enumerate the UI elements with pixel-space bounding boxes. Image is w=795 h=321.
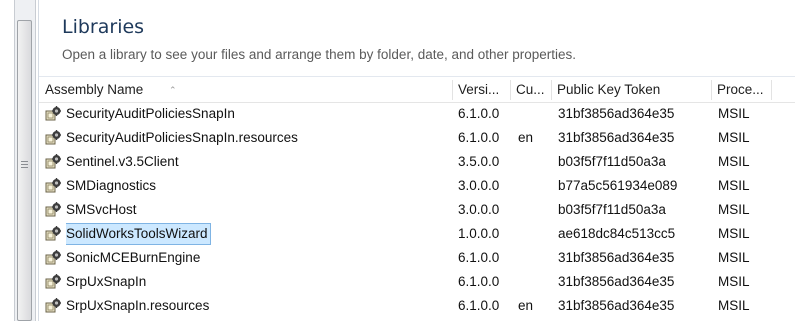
assembly-culture: en: [518, 130, 534, 145]
table-row[interactable]: SrpUxSnapIn.resources 6.1.0.0 en 31bf3856ad…: [39, 294, 795, 318]
assembly-culture: [518, 270, 554, 294]
table-row[interactable]: SecurityAuditPoliciesSnapIn.resources 6.1…: [39, 126, 795, 150]
assembly-processor: MSIL: [718, 202, 750, 217]
selected-assembly-name[interactable]: SolidWorksToolsWizard: [66, 223, 211, 245]
table-row[interactable]: SonicMCEBurnEngine 6.1.0.0 31bf3856ad364e3…: [39, 246, 795, 270]
column-culture[interactable]: Cu...: [510, 78, 551, 102]
assembly-version: 6.1.0.0: [458, 250, 500, 265]
navigation-pane: [0, 0, 38, 321]
assembly-culture: [518, 222, 554, 246]
assembly-name: Sentinel.v3.5Client: [66, 154, 179, 169]
column-label: Assembly Name: [45, 82, 144, 97]
assembly-name: SMDiagnostics: [66, 178, 157, 193]
assembly-name: SolidWorksToolsWizard: [66, 222, 451, 246]
assembly-culture: [518, 102, 554, 126]
assembly-version: 6.1.0.0: [458, 274, 500, 289]
page-title: Libraries: [62, 16, 145, 38]
column-version[interactable]: Versi...: [452, 78, 510, 102]
table-row[interactable]: SMSvcHost 3.0.0.0 b03f5f7f11d50a3a MSIL: [39, 198, 795, 222]
assembly-public-key-token: 31bf3856ad364e35: [558, 274, 675, 289]
table-row[interactable]: SecurityAuditPoliciesSnapIn 6.1.0.0 31bf38…: [39, 102, 795, 126]
sort-ascending-icon: ⌃: [169, 85, 177, 95]
page-subtitle: Open a library to see your files and arr…: [62, 47, 577, 62]
table-row[interactable]: SMDiagnostics 3.0.0.0 b77a5c561934e089 MSIL: [39, 174, 795, 198]
assembly-processor: MSIL: [718, 130, 750, 145]
assembly-version: 6.1.0.0: [458, 298, 500, 313]
column-processor[interactable]: Proce...: [711, 78, 771, 102]
column-public-key-token[interactable]: Public Key Token: [551, 78, 711, 102]
assembly-culture: en: [518, 298, 534, 313]
assembly-version: 6.1.0.0: [458, 130, 500, 145]
assembly-gear-icon: [45, 178, 62, 194]
assembly-gear-icon: [45, 130, 62, 146]
assembly-culture: [518, 174, 554, 198]
assembly-public-key-token: 31bf3856ad364e35: [558, 250, 675, 265]
assembly-version: 3.0.0.0: [458, 202, 500, 217]
assembly-culture: [518, 246, 554, 270]
table-row-selected[interactable]: SolidWorksToolsWizard 1.0.0.0 ae618dc84c51…: [39, 222, 795, 246]
assembly-processor: MSIL: [718, 178, 750, 193]
assembly-name: SecurityAuditPoliciesSnapIn: [66, 106, 235, 121]
scroll-up-button[interactable]: [17, 0, 32, 18]
assembly-version: 1.0.0.0: [458, 226, 500, 241]
assembly-gear-icon: [45, 226, 62, 242]
assembly-public-key-token: 31bf3856ad364e35: [558, 130, 675, 145]
assembly-processor: MSIL: [718, 154, 750, 169]
assembly-public-key-token: 31bf3856ad364e35: [558, 106, 675, 121]
assembly-culture: [518, 198, 554, 222]
assembly-version: 3.0.0.0: [458, 178, 500, 193]
assembly-gear-icon: [45, 202, 62, 218]
assembly-public-key-token: ae618dc84c513cc5: [558, 226, 676, 241]
assembly-processor: MSIL: [718, 226, 750, 241]
table-row[interactable]: Sentinel.v3.5Client 3.5.0.0 b03f5f7f11d50a…: [39, 150, 795, 174]
assembly-culture: [518, 150, 554, 174]
assembly-name: SecurityAuditPoliciesSnapIn.resources: [66, 130, 298, 145]
assembly-processor: MSIL: [718, 298, 750, 313]
library-header: Libraries Open a library to see your fil…: [62, 14, 782, 64]
column-assembly-name[interactable]: Assembly Name ⌃: [39, 78, 452, 102]
assembly-public-key-token: 31bf3856ad364e35: [558, 298, 675, 313]
assembly-gear-icon: [45, 298, 62, 314]
header-divider: [39, 76, 795, 77]
assembly-processor: MSIL: [718, 250, 750, 265]
assembly-name: SrpUxSnapIn.resources: [66, 298, 210, 313]
assembly-list: SecurityAuditPoliciesSnapIn 6.1.0.0 31bf38…: [39, 102, 795, 318]
assembly-gear-icon: [45, 250, 62, 266]
assembly-public-key-token: b03f5f7f11d50a3a: [558, 154, 666, 169]
assembly-gear-icon: [45, 154, 62, 170]
assembly-processor: MSIL: [718, 274, 750, 289]
assembly-name: SrpUxSnapIn: [66, 274, 147, 289]
assembly-version: 3.5.0.0: [458, 154, 500, 169]
assembly-gear-icon: [45, 274, 62, 290]
assembly-public-key-token: b03f5f7f11d50a3a: [558, 202, 666, 217]
scrollbar-thumb[interactable]: [17, 20, 32, 321]
assembly-processor: MSIL: [718, 106, 750, 121]
table-row[interactable]: SrpUxSnapIn 6.1.0.0 31bf3856ad364e35 MSIL: [39, 270, 795, 294]
assembly-version: 6.1.0.0: [458, 106, 500, 121]
assembly-gear-icon: [45, 106, 62, 122]
column-header: Assembly Name ⌃ Versi... Cu... Public Ke…: [39, 78, 795, 103]
assembly-public-key-token: b77a5c561934e089: [558, 178, 678, 193]
assembly-name: SonicMCEBurnEngine: [66, 250, 201, 265]
assembly-name: SMSvcHost: [66, 202, 137, 217]
